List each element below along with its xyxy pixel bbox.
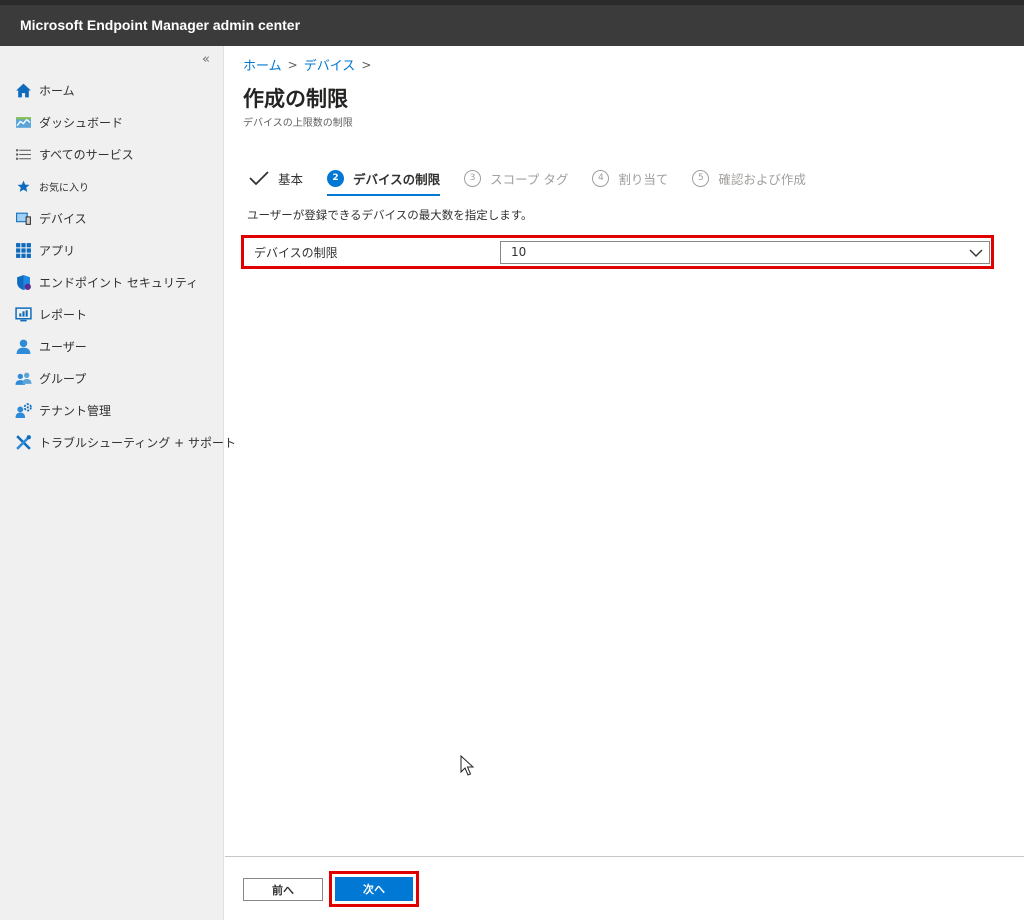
sidebar-item-label: すべてのサービス (39, 147, 134, 162)
sidebar-item-label: アプリ (39, 243, 76, 258)
sidebar-item-label: お気に入り (39, 182, 89, 194)
collapse-sidebar-button[interactable]: « (202, 52, 210, 67)
breadcrumb-separator: > (361, 57, 372, 72)
page-title: 作成の制限 (243, 87, 348, 111)
sidebar-item-label: レポート (39, 307, 88, 322)
device-limit-label: デバイスの制限 (254, 246, 338, 260)
page-subtitle: デバイスの上限数の制限 (243, 118, 353, 129)
tenant-icon (14, 401, 33, 420)
step-label: 基本 (278, 171, 304, 187)
checkmark-icon (249, 171, 269, 186)
sidebar-item-home[interactable]: ホーム (0, 74, 224, 106)
step-label: デバイスの制限 (353, 171, 441, 187)
previous-button[interactable]: 前へ (243, 878, 323, 901)
home-icon (14, 81, 33, 100)
sidebar-item-label: ユーザー (39, 339, 87, 354)
tools-icon (14, 433, 33, 452)
step-assignments[interactable]: 4 割り当て (592, 164, 668, 192)
step-scope-tags[interactable]: 3 スコープ タグ (464, 164, 568, 192)
instruction-text: ユーザーが登録できるデバイスの最大数を指定します。 (247, 208, 533, 222)
sidebar-item-label: ホーム (39, 83, 75, 98)
mouse-cursor-icon (460, 755, 474, 776)
sidebar-item-groups[interactable]: グループ (0, 362, 224, 394)
list-icon (14, 145, 33, 164)
step-label: 割り当て (618, 171, 669, 187)
sidebar-item-reports[interactable]: レポート (0, 298, 224, 330)
sidebar-item-all-services[interactable]: すべてのサービス (0, 138, 224, 170)
sidebar-item-tenant-admin[interactable]: テナント管理 (0, 394, 224, 426)
sidebar-item-endpoint-security[interactable]: エンドポイント セキュリティ (0, 266, 224, 298)
app-title[interactable]: Microsoft Endpoint Manager admin center (20, 17, 300, 33)
step-label: 確認および作成 (718, 171, 806, 187)
step-number-badge: 3 (464, 169, 482, 187)
sidebar-item-label: ダッシュボード (39, 115, 124, 130)
device-limit-value: 10 (511, 245, 527, 259)
group-icon (14, 369, 33, 388)
sidebar-nav: ホーム ダッシュボード すべてのサービス お気に入り デバイス アプリ エンドポ… (0, 74, 236, 458)
wizard-footer: 前へ 次へ (225, 856, 1024, 920)
step-label: スコープ タグ (490, 171, 569, 187)
breadcrumb: ホーム > デバイス > (243, 55, 372, 75)
reports-icon (14, 305, 33, 324)
step-review-create[interactable]: 5 確認および作成 (692, 164, 806, 192)
step-number-badge: 4 (592, 169, 610, 187)
step-basics[interactable]: 基本 (249, 164, 303, 192)
device-limit-dropdown[interactable]: 10 (500, 241, 990, 264)
step-number-badge: 2 (327, 169, 345, 187)
top-bar: Microsoft Endpoint Manager admin center (0, 0, 1024, 46)
devices-icon (14, 209, 33, 228)
next-button[interactable]: 次へ (335, 877, 413, 901)
sidebar-item-label: トラブルシューティング + サポート (39, 435, 236, 450)
dashboard-icon (14, 113, 33, 132)
sidebar: « ホーム ダッシュボード すべてのサービス お気に入り デバイス アプリ エン… (0, 46, 236, 920)
breadcrumb-separator: > (287, 57, 298, 72)
step-device-limit[interactable]: 2 デバイスの制限 (327, 164, 441, 196)
breadcrumb-devices[interactable]: デバイス (304, 55, 356, 74)
device-limit-field-highlight: デバイスの制限 10 (241, 235, 994, 269)
breadcrumb-home[interactable]: ホーム (243, 55, 282, 74)
sidebar-item-dashboard[interactable]: ダッシュボード (0, 106, 224, 138)
sidebar-item-devices[interactable]: デバイス (0, 202, 224, 234)
main-content: ホーム > デバイス > 作成の制限 デバイスの上限数の制限 基本 2 デバイス… (225, 46, 1024, 856)
sidebar-item-apps[interactable]: アプリ (0, 234, 224, 266)
sidebar-item-label: エンドポイント セキュリティ (39, 275, 199, 290)
sidebar-item-label: テナント管理 (39, 403, 112, 418)
sidebar-item-troubleshooting[interactable]: トラブルシューティング + サポート (0, 426, 236, 458)
user-icon (14, 337, 33, 356)
sidebar-item-favorites[interactable]: お気に入り (0, 170, 224, 202)
sidebar-item-users[interactable]: ユーザー (0, 330, 224, 362)
star-icon (14, 177, 33, 196)
chevron-down-icon (969, 249, 983, 257)
wizard-steps: 基本 2 デバイスの制限 3 スコープ タグ 4 割り当て 5 確認および作成 (249, 164, 830, 196)
next-button-highlight: 次へ (329, 871, 419, 907)
shield-icon (14, 273, 33, 292)
sidebar-item-label: グループ (39, 371, 87, 386)
step-number-badge: 5 (692, 169, 710, 187)
apps-icon (14, 241, 33, 260)
sidebar-item-label: デバイス (39, 211, 87, 226)
